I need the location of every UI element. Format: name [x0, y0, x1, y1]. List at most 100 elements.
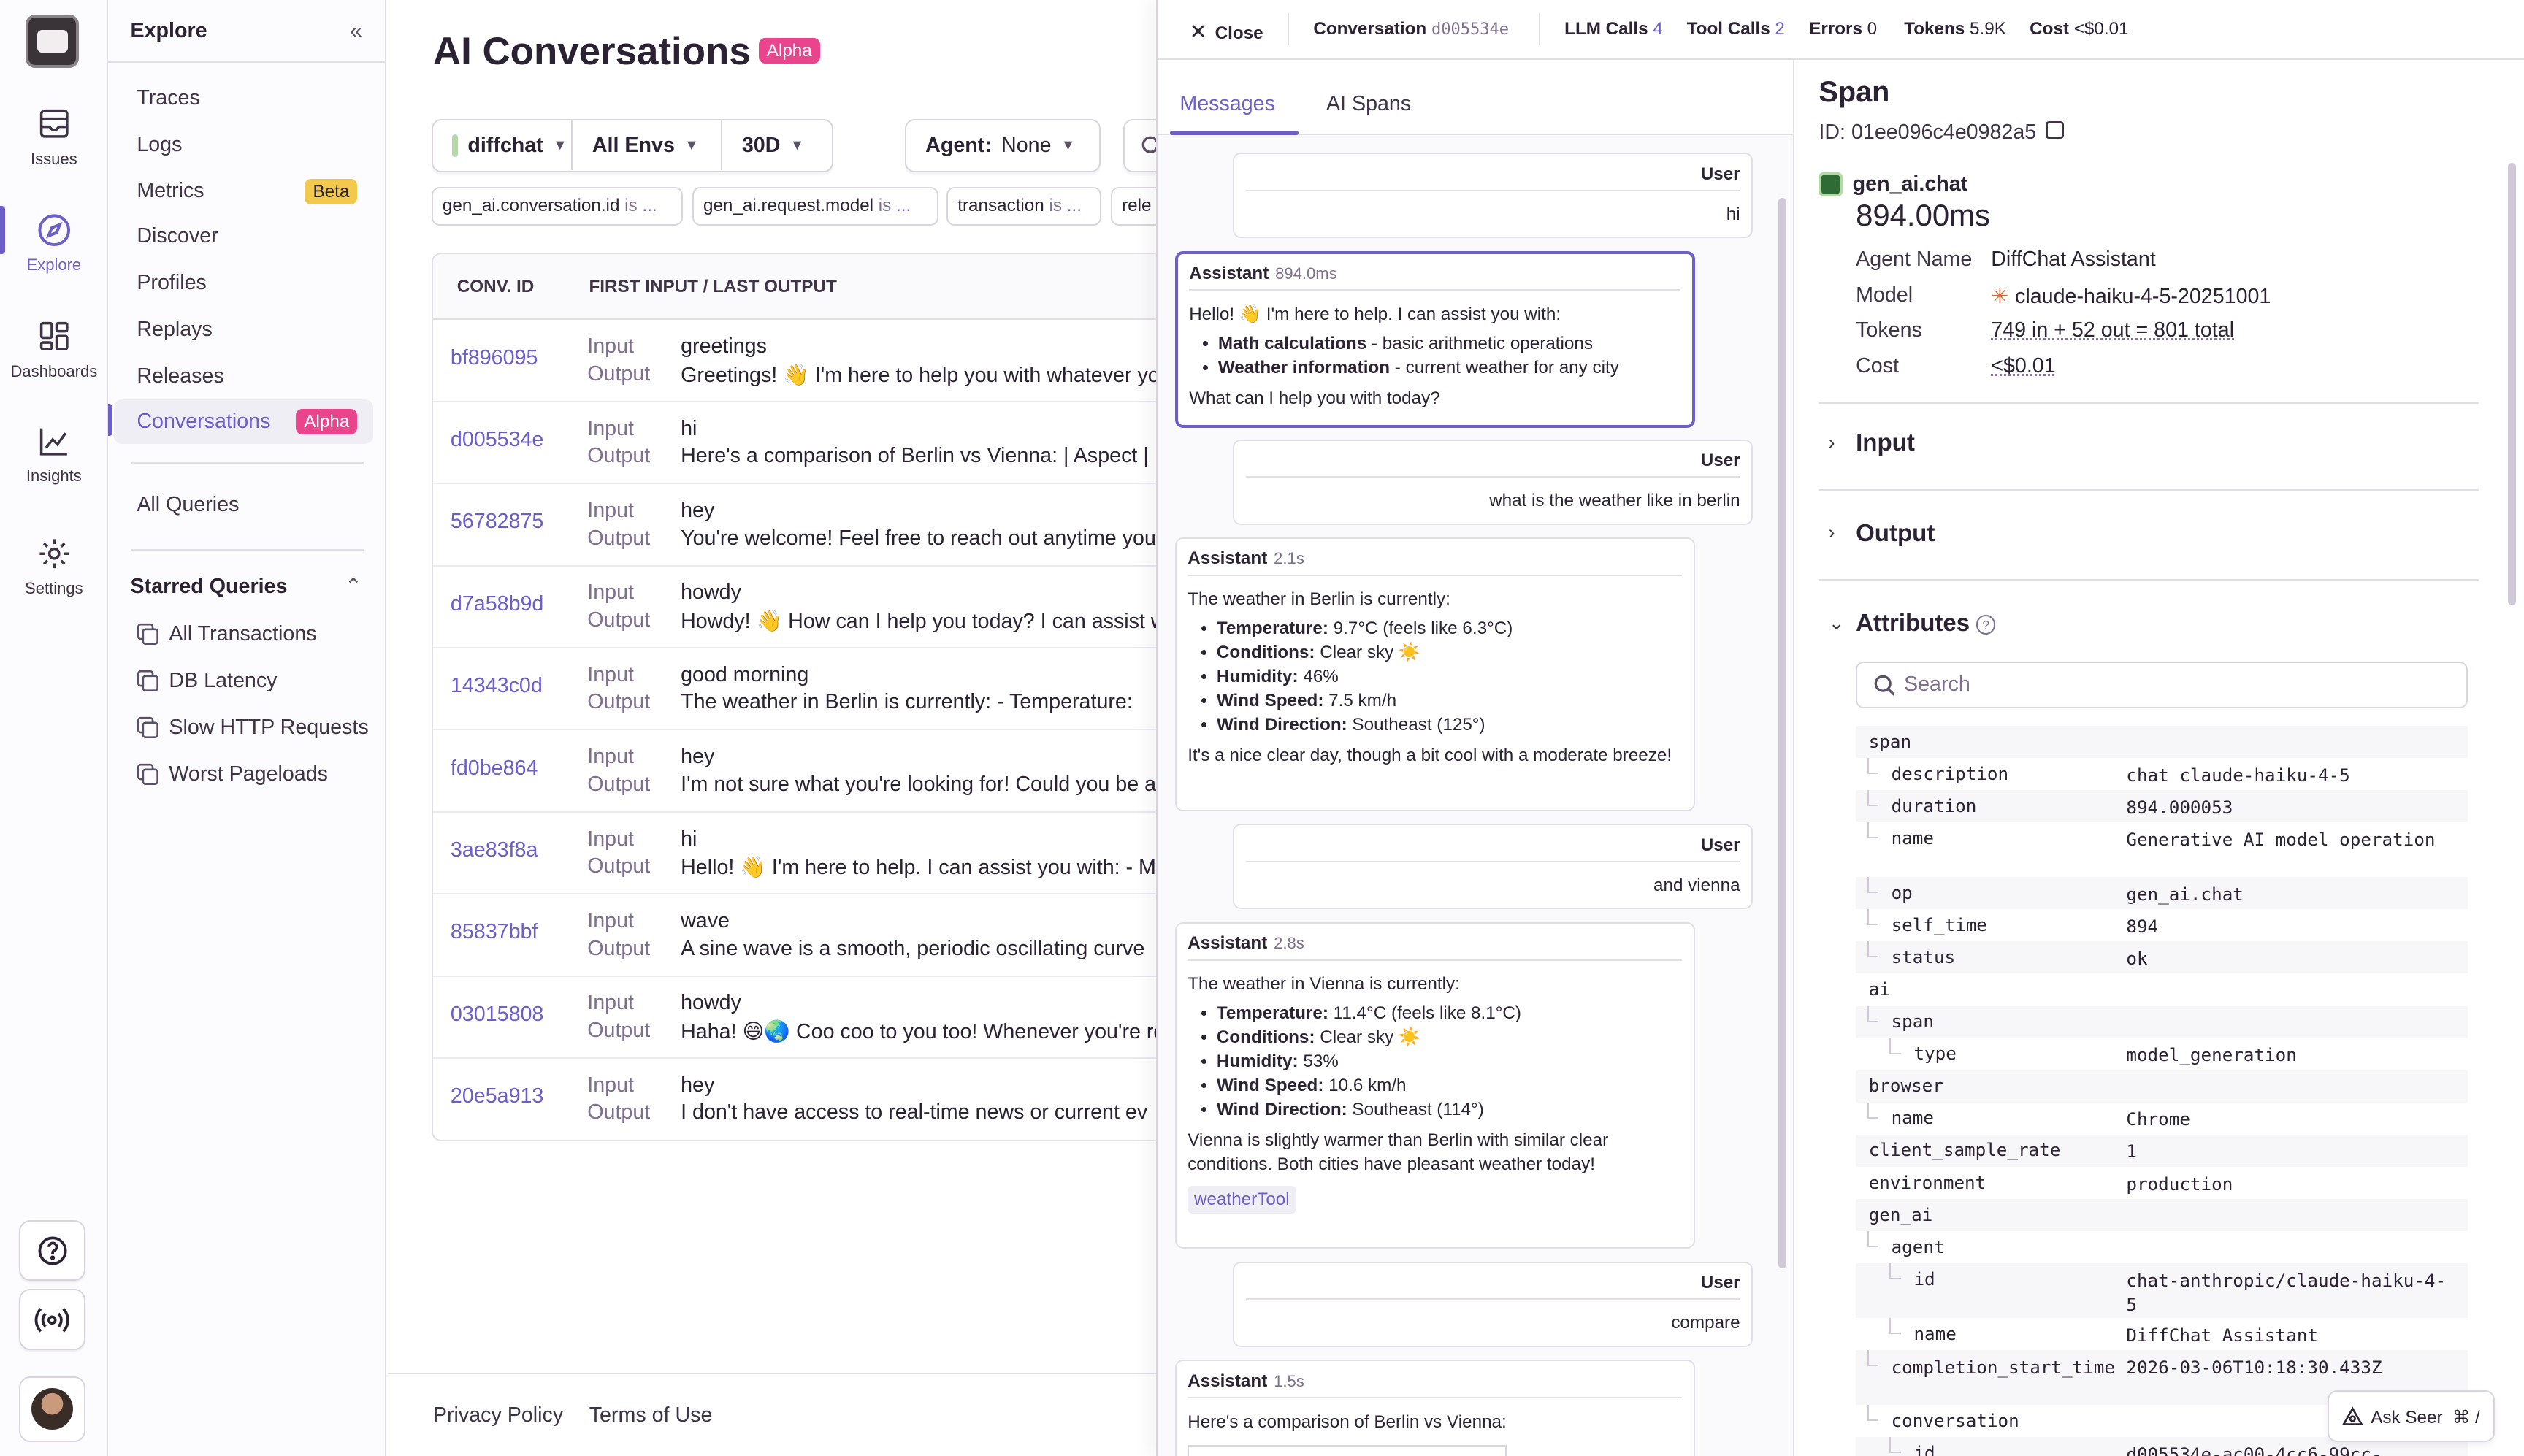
sidebar-item-traces[interactable]: Traces [114, 76, 373, 121]
sidebar-item-discover[interactable]: Discover [114, 214, 373, 259]
rail-item-dashboards[interactable]: Dashboards [0, 318, 108, 381]
assistant-message-selected[interactable]: Assistant 894.0ms Hello! 👋 I'm here to he… [1174, 250, 1695, 429]
rail-item-explore[interactable]: Explore [0, 212, 108, 275]
starred-query-item[interactable]: DB Latency [137, 666, 277, 695]
attribute-value[interactable]: DiffChat Assistant [2126, 1323, 2448, 1347]
attribute-value[interactable]: 1 [2126, 1139, 2448, 1163]
conversations-table: CONV. ID FIRST INPUT / LAST OUTPUT bf896… [431, 253, 1158, 1141]
table-row[interactable]: d7a58b9d Input Output howdy Howdy! 👋 How can… [432, 567, 1158, 649]
sidebar-item-all-queries[interactable]: All Queries [114, 483, 373, 528]
conversation-id-link[interactable]: d005534e [451, 428, 543, 452]
collapse-sidebar-icon[interactable]: « [350, 18, 362, 44]
starred-query-item[interactable]: Slow HTTP Requests [137, 713, 369, 742]
ask-seer-button[interactable]: Ask Seer ⌘ / [2327, 1390, 2496, 1442]
rail-item-issues[interactable]: Issues [0, 106, 108, 169]
broadcast-button[interactable] [19, 1289, 85, 1351]
user-message[interactable]: User what is the weather like in berlin [1233, 439, 1754, 525]
date-range-selector[interactable]: 30D ▼ [722, 120, 832, 170]
search-bar[interactable] [1123, 119, 1158, 172]
conversation-id-link[interactable]: 85837bbf [451, 920, 538, 944]
user-avatar[interactable] [19, 1376, 85, 1442]
attribute-row: type model_generation [1856, 1038, 2468, 1070]
conversation-id-link[interactable]: 3ae83f8a [451, 838, 538, 862]
agent-selector[interactable]: Agent: None ▼ [906, 120, 1099, 170]
tab-messages[interactable]: Messages [1179, 92, 1275, 116]
assistant-message[interactable]: Assistant 1.5s Here's a comparison of Ber… [1174, 1360, 1695, 1456]
attribute-value[interactable]: production [2126, 1172, 2448, 1196]
attribute-value[interactable]: gen_ai.chat [2126, 882, 2448, 906]
sidebar-item-metrics[interactable]: Metrics Beta [114, 169, 373, 214]
user-message[interactable]: User and vienna [1233, 824, 1754, 910]
filter-pill[interactable]: gen_ai.conversation.id is ... [431, 186, 683, 226]
help-icon[interactable]: ? [1976, 615, 1996, 635]
sidebar-item-replays[interactable]: Replays [114, 307, 373, 353]
table-row[interactable]: 20e5a913 Input Output hey I don't have acces… [433, 1059, 1158, 1140]
attribute-value[interactable]: d005534e-ac00-4cc6-99cc- [2126, 1442, 2448, 1456]
agent-filter[interactable]: Agent: None ▼ [904, 119, 1101, 172]
user-message[interactable]: User compare [1233, 1262, 1754, 1347]
conversation-id-link[interactable]: fd0be864 [451, 756, 538, 781]
assistant-message[interactable]: Assistant 2.1s The weather in Berlin is c… [1174, 537, 1695, 811]
table-row[interactable]: d005534e Input Output hi Here's a comparison… [432, 402, 1158, 485]
filter-pill[interactable]: gen_ai.request.model is ... [692, 186, 938, 226]
conversation-id-link[interactable]: 20e5a913 [451, 1084, 543, 1108]
attribute-value[interactable]: chat claude-haiku-4-5 [2126, 763, 2448, 787]
starred-queries-header[interactable]: Starred Queries ⌃ [131, 575, 366, 599]
conversation-id-link[interactable]: 14343c0d [451, 674, 543, 698]
table-row[interactable]: 14343c0d Input Output good morning The weath… [432, 648, 1158, 731]
span-scrollbar[interactable] [2507, 162, 2516, 605]
field-value[interactable]: 749 in + 52 out = 801 total [1991, 318, 2234, 342]
sidebar-item-profiles[interactable]: Profiles [114, 261, 373, 306]
field-value[interactable]: <$0.01 [1991, 354, 2055, 378]
org-logo[interactable] [26, 14, 79, 68]
input-label: Input [587, 909, 634, 933]
attribute-value[interactable]: ok [2126, 946, 2448, 970]
copy-icon[interactable] [2046, 121, 2064, 139]
sidebar-item-logs[interactable]: Logs [114, 123, 373, 168]
table-row[interactable]: bf896095 Input Output greetings Greetings! 👋… [432, 320, 1158, 402]
section-output[interactable]: › Output [1829, 520, 1935, 548]
terms-of-use-link[interactable]: Terms of Use [589, 1403, 713, 1428]
user-message[interactable]: User hi [1233, 153, 1754, 239]
attribute-value[interactable]: 2026-03-06T10:18:30.433Z [2126, 1355, 2448, 1379]
table-row[interactable]: fd0be864 Input Output hey I'm not sure what … [432, 730, 1158, 813]
sidebar-item-conversations[interactable]: Conversations Alpha [114, 399, 374, 445]
rail-item-settings[interactable]: Settings [0, 536, 108, 599]
attributes-search-input[interactable]: Search [1856, 661, 2468, 708]
close-button[interactable]: ✕ Close [1190, 19, 1263, 45]
table-row[interactable]: 56782875 Input Output hey You're welcome! Fe… [432, 484, 1158, 567]
attribute-value[interactable]: chat-anthropic/claude-haiku-4-5 [2126, 1268, 2448, 1317]
privacy-policy-link[interactable]: Privacy Policy [433, 1403, 563, 1428]
stat-value: 0 [1867, 19, 1878, 39]
column-header-conv-id[interactable]: CONV. ID [457, 277, 535, 297]
filter-pill[interactable]: rele [1110, 186, 1158, 226]
help-button[interactable] [19, 1219, 85, 1281]
messages-scrollbar[interactable] [1778, 198, 1787, 1268]
tab-ai-spans[interactable]: AI Spans [1326, 92, 1411, 116]
assistant-message[interactable]: Assistant 2.8s The weather in Vienna is c… [1174, 922, 1695, 1249]
conversation-id-link[interactable]: d7a58b9d [451, 592, 543, 616]
attribute-value[interactable]: Chrome [2126, 1107, 2448, 1131]
project-selector[interactable]: diffchat ▼ [433, 120, 573, 171]
conversation-id-link[interactable]: 03015808 [451, 1003, 543, 1027]
table-row[interactable]: 3ae83f8a Input Output hi Hello! 👋 I'm here t… [432, 813, 1158, 895]
attribute-value[interactable]: Generative AI model operation [2126, 827, 2448, 851]
environment-selector[interactable]: All Envs ▼ [573, 120, 723, 171]
filter-pill[interactable]: transaction is ... [946, 186, 1101, 226]
attribute-value[interactable]: 894 [2126, 914, 2448, 938]
rail-item-insights[interactable]: Insights [0, 424, 108, 486]
filter-value: ... [1066, 195, 1082, 215]
conversation-id-link[interactable]: bf896095 [451, 346, 538, 370]
table-row[interactable]: 85837bbf Input Output wave A sine wave is a … [432, 894, 1158, 977]
starred-query-item[interactable]: Worst Pageloads [137, 759, 328, 789]
sidebar-item-releases[interactable]: Releases [114, 354, 373, 399]
attribute-value[interactable]: model_generation [2126, 1043, 2448, 1067]
attribute-value[interactable]: 894.000053 [2126, 795, 2448, 819]
starred-query-item[interactable]: All Transactions [137, 620, 317, 649]
section-input[interactable]: › Input [1829, 429, 1915, 457]
search-icon [1874, 675, 1895, 697]
table-row[interactable]: 03015808 Input Output howdy Haha! 😄🌏 Coo coo… [432, 977, 1158, 1060]
conversation-id-link[interactable]: 56782875 [451, 510, 543, 534]
tool-call-tag[interactable]: weatherTool [1188, 1186, 1296, 1214]
section-attributes[interactable]: ⌄ Attributes? [1829, 610, 1996, 637]
